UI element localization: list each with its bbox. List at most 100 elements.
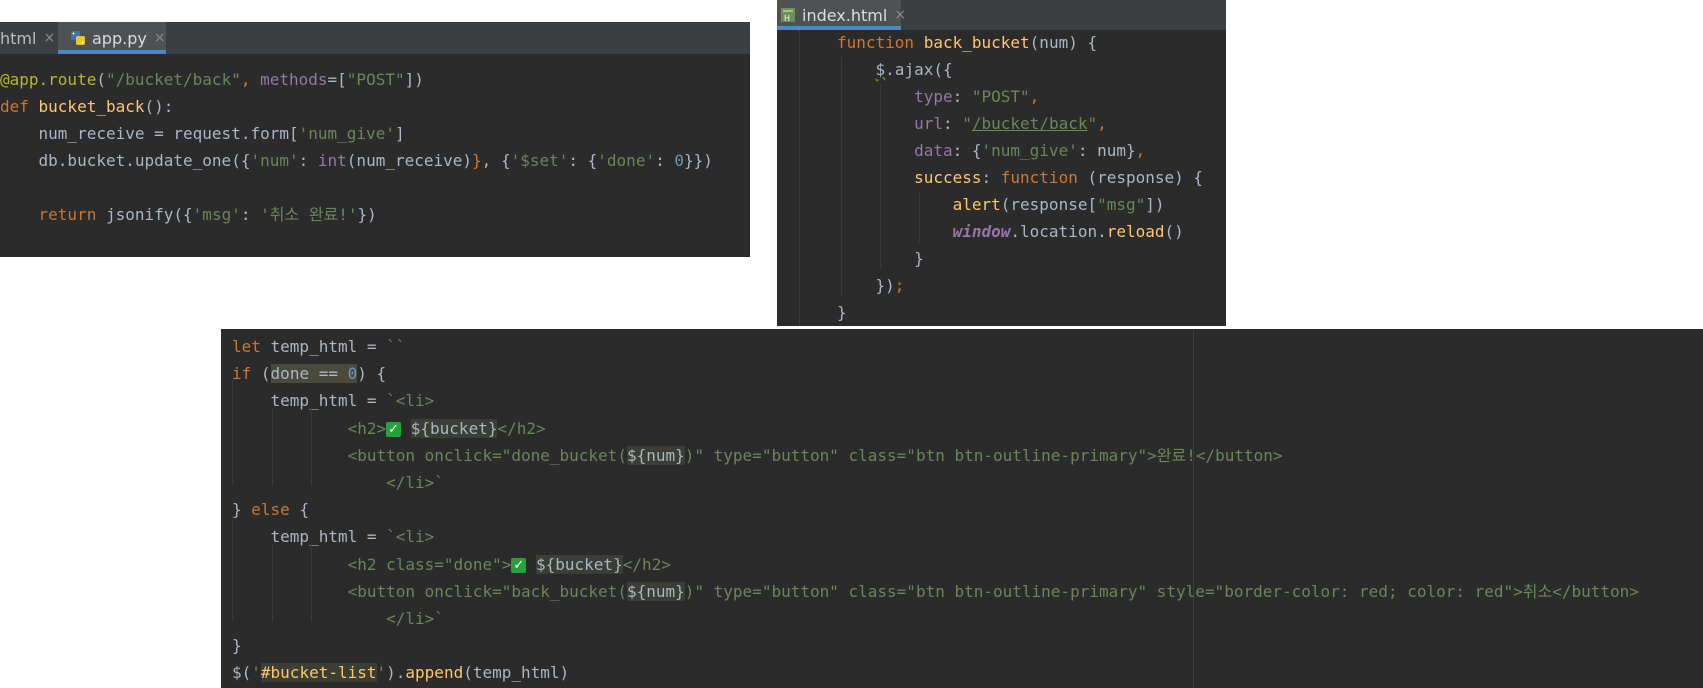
code-line[interactable]: } else {	[232, 496, 309, 523]
code-token: :	[952, 87, 972, 106]
code-token: "POST"	[971, 87, 1030, 106]
indent-guide	[232, 380, 233, 485]
code-line[interactable]: alert(response["msg"])	[837, 191, 1165, 218]
code-line[interactable]: </li>`	[232, 469, 444, 496]
code-token: ).	[386, 663, 406, 683]
tab-app-py[interactable]: app.py ×	[58, 22, 166, 54]
code-token: ])	[1145, 195, 1165, 214]
code-token: temp_html =	[270, 337, 387, 356]
indent-guide	[272, 408, 273, 486]
code-line[interactable]: <h2 class="done"> ✓ ${bucket}</h2>	[232, 551, 671, 578]
code-line[interactable]: url: "/bucket/back",	[837, 110, 1107, 137]
code-token: })	[837, 276, 895, 295]
code-token: 'done'	[597, 151, 656, 170]
code-line[interactable]: def bucket_back():	[0, 93, 173, 120]
code-line[interactable]: num_receive = request.form['num_give']	[0, 120, 405, 147]
code-line[interactable]: window.location.reload()	[837, 218, 1184, 245]
code-token: "	[962, 114, 972, 133]
code-token: temp_html =	[232, 527, 387, 547]
app-py-editor: html × app.py × @app.route("/bucket/back…	[0, 22, 750, 257]
code-line[interactable]: db.bucket.update_one({'num': int(num_rec…	[0, 147, 713, 174]
tab-html[interactable]: html ×	[0, 22, 56, 54]
code-token: db.bucket.update_one({	[0, 151, 251, 170]
code-token: methods	[260, 70, 328, 89]
code-token: alert	[952, 195, 1001, 214]
code-token: </h2>	[622, 554, 671, 574]
code-token: </li>`	[232, 609, 444, 628]
code-line[interactable]: $.ajax({	[837, 56, 953, 83]
code-token: {	[299, 500, 310, 520]
code-token: </h2>	[497, 418, 546, 438]
indent-guide	[919, 192, 920, 242]
code-token: $(	[232, 663, 252, 683]
code-line[interactable]: $('#bucket-list').append(temp_html)	[232, 659, 569, 686]
code-area[interactable]: function back_bucket(num) { $.ajax({ typ…	[777, 30, 1226, 326]
tab-label: app.py	[92, 28, 147, 48]
code-line[interactable]: temp_html = `<li>	[232, 523, 435, 550]
html-file-icon: H	[780, 7, 796, 23]
tab-label: index.html	[802, 5, 888, 25]
code-token: ${bucket}	[536, 554, 623, 574]
code-token: url	[914, 114, 943, 133]
code-token: ``	[386, 337, 406, 356]
code-line[interactable]: }	[232, 632, 242, 659]
code-token: <h2>	[232, 418, 387, 438]
code-line[interactable]: temp_html = `<li>	[232, 387, 435, 414]
code-token: "msg"	[1097, 195, 1146, 214]
close-icon[interactable]: ×	[894, 7, 906, 23]
code-token: <h2 class="done">	[232, 554, 512, 574]
code-line[interactable]: @app.route("/bucket/back", methods=["POS…	[0, 66, 424, 93]
code-token: ${bucket}	[410, 418, 498, 438]
code-line[interactable]: <h2> ✓ ${bucket}</h2>	[232, 415, 546, 442]
close-icon[interactable]: ×	[43, 30, 55, 46]
code-token: , {	[481, 151, 511, 170]
code-token: return	[0, 205, 106, 224]
code-token: }	[232, 636, 242, 656]
code-line[interactable]: let temp_html = ``	[232, 333, 405, 360]
code-line[interactable]: if (done == 0) {	[232, 360, 386, 387]
code-token: .location.	[1010, 222, 1107, 241]
code-line[interactable]: success: function (response) {	[837, 164, 1203, 191]
code-line[interactable]: function back_bucket(num) {	[837, 29, 1097, 56]
code-token: (response) {	[1087, 168, 1204, 187]
indent-guide	[311, 544, 312, 622]
code-token: (	[260, 364, 271, 384]
code-token: append	[405, 663, 464, 683]
code-area[interactable]: @app.route("/bucket/back", methods=["POS…	[0, 54, 750, 257]
code-token: )" type="button" class="btn btn-outline-…	[684, 445, 1283, 465]
close-icon[interactable]: ×	[154, 30, 166, 46]
code-line[interactable]: }	[837, 299, 847, 326]
code-token: reload	[1106, 222, 1165, 241]
checkmark-icon: ✓	[511, 557, 527, 573]
code-line[interactable]: data: {'num_give': num},	[837, 137, 1145, 164]
code-token: temp_html =	[232, 391, 387, 411]
code-token: def	[0, 97, 39, 116]
code-token: }})	[683, 151, 713, 170]
code-line[interactable]: return jsonify({'msg': '취소 완료!'})	[0, 201, 377, 228]
code-line[interactable]: <button onclick="back_bucket(${num})" ty…	[232, 578, 1639, 605]
python-file-icon	[70, 30, 86, 46]
code-line[interactable]: });	[837, 272, 905, 299]
tab-label: html	[0, 28, 37, 48]
code-area[interactable]: let temp_html = `` if (done == 0) { temp_…	[221, 334, 1703, 688]
indent-guide	[232, 516, 233, 621]
code-token: ,	[240, 70, 261, 89]
code-token: })	[357, 205, 377, 224]
tab-index-html[interactable]: H index.html ×	[777, 0, 906, 30]
code-token: bucket_back	[38, 97, 145, 116]
code-line[interactable]: </li>`	[232, 605, 444, 632]
code-token: num_receive = request.form[	[0, 124, 299, 143]
code-line[interactable]: type: "POST",	[837, 83, 1039, 110]
js-template-editor: let temp_html = `` if (done == 0) { temp_…	[221, 329, 1703, 688]
code-token: 'num_give'	[298, 124, 395, 143]
code-token: : {	[568, 151, 598, 170]
code-line[interactable]: <button onclick="done_bucket(${num})" ty…	[232, 442, 1283, 469]
editor-tab-bar: html × app.py ×	[0, 22, 750, 54]
code-token: <button onclick="back_bucket(	[232, 581, 627, 601]
code-token: int	[317, 151, 347, 170]
code-token: $	[875, 60, 886, 79]
code-token: ():	[144, 97, 174, 116]
